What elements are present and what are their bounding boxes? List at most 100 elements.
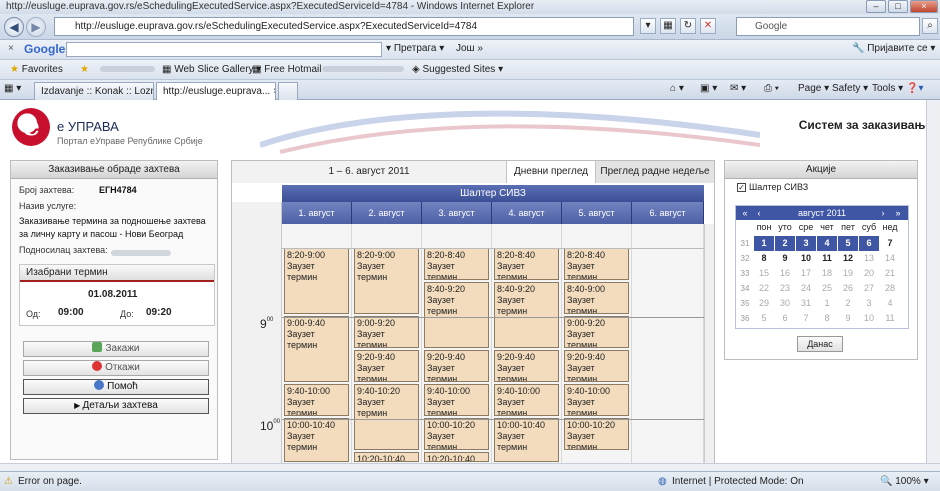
calendar-day[interactable]: 20 [859, 266, 879, 281]
print-icon[interactable]: ⎙ ▾ [764, 83, 779, 94]
help-icon[interactable]: ❓▾ [906, 83, 923, 94]
day-header[interactable]: 2. август [352, 202, 422, 224]
next-month-icon[interactable]: › [876, 206, 890, 220]
busy-slot[interactable]: 8:40-9:20 Заузет термин [494, 282, 559, 348]
day-column[interactable]: 8:20-8:40 Заузет термин 8:40-9:00 Заузет те… [562, 224, 632, 463]
blurred-link[interactable] [322, 64, 404, 75]
calendar-day[interactable]: 9 [838, 311, 858, 326]
calendar-day[interactable]: 8 [754, 251, 774, 266]
calendar-day[interactable]: 6 [859, 236, 879, 251]
tools-menu[interactable]: Tools ▾ [872, 83, 903, 94]
calendar-day[interactable]: 21 [880, 266, 900, 281]
calendar-day[interactable]: 17 [796, 266, 816, 281]
scheduler-scrollbar[interactable] [704, 224, 714, 463]
tab-day-view[interactable]: Дневни преглед [506, 161, 596, 183]
busy-slot[interactable]: 9:40-10:00 Заузет термин [494, 384, 559, 416]
address-input[interactable]: http://eusluge.eupravа.gov.rs/eSchedulin… [54, 17, 634, 36]
close-toolbar-icon[interactable]: × [8, 43, 14, 54]
day-header[interactable]: 1. август [282, 202, 352, 224]
busy-slot[interactable]: 9:00-9:40 Заузет термин [284, 316, 349, 382]
blurred-link[interactable] [100, 64, 155, 75]
busy-slot[interactable]: 9:20-9:40 Заузет термин [564, 350, 629, 382]
calendar-day[interactable]: 22 [754, 281, 774, 296]
calendar-day[interactable]: 1 [817, 296, 837, 311]
add-favorite-icon[interactable]: ★ [80, 64, 89, 75]
close-icon[interactable]: × [910, 0, 938, 13]
tab-izdavanje[interactable]: Izdavanje :: Konak :: Loznic... [34, 82, 154, 100]
mail-icon[interactable]: ✉ ▾ [730, 83, 746, 94]
tab-week-view[interactable]: Преглед радне недеље [596, 161, 714, 183]
day-header[interactable]: 6. август [632, 202, 704, 224]
web-slice-link[interactable]: ▦ Web Slice Gallery ▾ [162, 64, 261, 75]
maximize-icon[interactable]: □ [888, 0, 908, 13]
busy-slot[interactable]: 9:20-9:40 Заузет термин [494, 350, 559, 382]
calendar-day[interactable]: 29 [754, 296, 774, 311]
today-button[interactable]: Данас [797, 336, 843, 352]
calendar-day[interactable]: 2 [775, 236, 795, 251]
busy-slot[interactable]: 9:40-10:00 Заузет термин [564, 384, 629, 416]
busy-slot[interactable]: 10:00-10:20 Заузет термин [424, 418, 489, 450]
minimize-icon[interactable]: – [866, 0, 886, 13]
day-column[interactable]: 8:20-8:40 Заузет термин 8:40-9:20 Заузет те… [492, 224, 562, 463]
calendar-day[interactable]: 24 [796, 281, 816, 296]
busy-slot[interactable]: 10:00-10:40 Заузет термин [284, 418, 349, 462]
back-icon[interactable]: ◀ [4, 17, 24, 37]
calendar-day[interactable]: 3 [796, 236, 816, 251]
warning-icon[interactable]: ⚠ [4, 476, 13, 487]
calendar-day[interactable]: 26 [838, 281, 858, 296]
tab-euprava[interactable]: http://eusluge.euprava... × [156, 82, 276, 100]
calendar-day[interactable]: 11 [880, 311, 900, 326]
calendar-day[interactable]: 8 [817, 311, 837, 326]
refresh-icon[interactable]: ↻ [680, 18, 696, 34]
busy-slot[interactable]: 10:00-10:20 Заузет термин [564, 418, 629, 450]
horizontal-scrollbar[interactable] [0, 463, 940, 471]
page-scrollbar[interactable] [926, 100, 940, 463]
busy-slot[interactable]: 9:20-9:40 Заузет термин [424, 350, 489, 382]
calendar-day[interactable]: 13 [859, 251, 879, 266]
busy-slot[interactable]: 9:40-10:00 Заузет термин [424, 384, 489, 416]
calendar-day[interactable]: 11 [817, 251, 837, 266]
cancel-button[interactable]: Откажи [23, 360, 209, 376]
calendar-day[interactable]: 3 [859, 296, 879, 311]
calendar-day[interactable]: 10 [796, 251, 816, 266]
busy-slot[interactable]: 10:20-10:40Заузет термин [424, 452, 489, 462]
compat-icon[interactable]: ▦ [660, 18, 676, 34]
calendar-day[interactable]: 4 [817, 236, 837, 251]
calendar-day[interactable]: 30 [775, 296, 795, 311]
busy-slot[interactable]: 8:20-9:00 Заузет термин [354, 248, 419, 314]
counter-checkbox[interactable]: ✓ [737, 183, 746, 192]
calendar-day[interactable]: 9 [775, 251, 795, 266]
safety-menu[interactable]: Safety ▾ [832, 83, 868, 94]
busy-slot[interactable]: 9:20-9:40 Заузет термин [354, 350, 419, 382]
busy-slot[interactable]: 10:20-10:40Заузет термин [354, 452, 419, 462]
signin-link[interactable]: 🔧 Пријавите се ▾ [852, 43, 935, 54]
day-column[interactable]: 8:20-9:00 Заузет термин 9:00-9:40 Заузет те… [282, 224, 352, 463]
day-column[interactable]: 8:20-8:40 Заузет термин 8:40-9:20 Заузет те… [422, 224, 492, 463]
dropdown-icon[interactable]: ▾ [640, 18, 656, 34]
calendar-day[interactable]: 27 [859, 281, 879, 296]
calendar-day[interactable]: 25 [817, 281, 837, 296]
calendar-day[interactable]: 14 [880, 251, 900, 266]
calendar-day[interactable]: 15 [754, 266, 774, 281]
google-more-button[interactable]: Још » [456, 43, 483, 54]
day-column[interactable] [632, 224, 704, 463]
calendar-day[interactable]: 12 [838, 251, 858, 266]
calendar-day[interactable]: 4 [880, 296, 900, 311]
busy-slot[interactable]: 8:20-8:40 Заузет термин [494, 248, 559, 280]
google-search-input[interactable] [66, 42, 382, 57]
next-year-icon[interactable]: » [891, 206, 905, 220]
feeds-icon[interactable]: ▣ ▾ [700, 83, 717, 94]
hotmail-link[interactable]: ▦ Free Hotmail [252, 64, 321, 75]
calendar-day[interactable]: 7 [880, 236, 900, 251]
busy-slot[interactable]: 8:40-9:20 Заузет термин [424, 282, 489, 348]
calendar-day[interactable]: 2 [838, 296, 858, 311]
page-menu[interactable]: Page ▾ [798, 83, 829, 94]
calendar-day[interactable]: 5 [838, 236, 858, 251]
search-icon[interactable]: ⌕ [922, 18, 938, 34]
calendar-day[interactable]: 19 [838, 266, 858, 281]
new-tab-button[interactable] [278, 82, 298, 100]
calendar-day[interactable]: 31 [796, 296, 816, 311]
stop-icon[interactable]: ✕ [700, 18, 716, 34]
zoom-control[interactable]: 🔍 100% ▾ [880, 476, 929, 487]
help-button[interactable]: Помоћ [23, 379, 209, 395]
